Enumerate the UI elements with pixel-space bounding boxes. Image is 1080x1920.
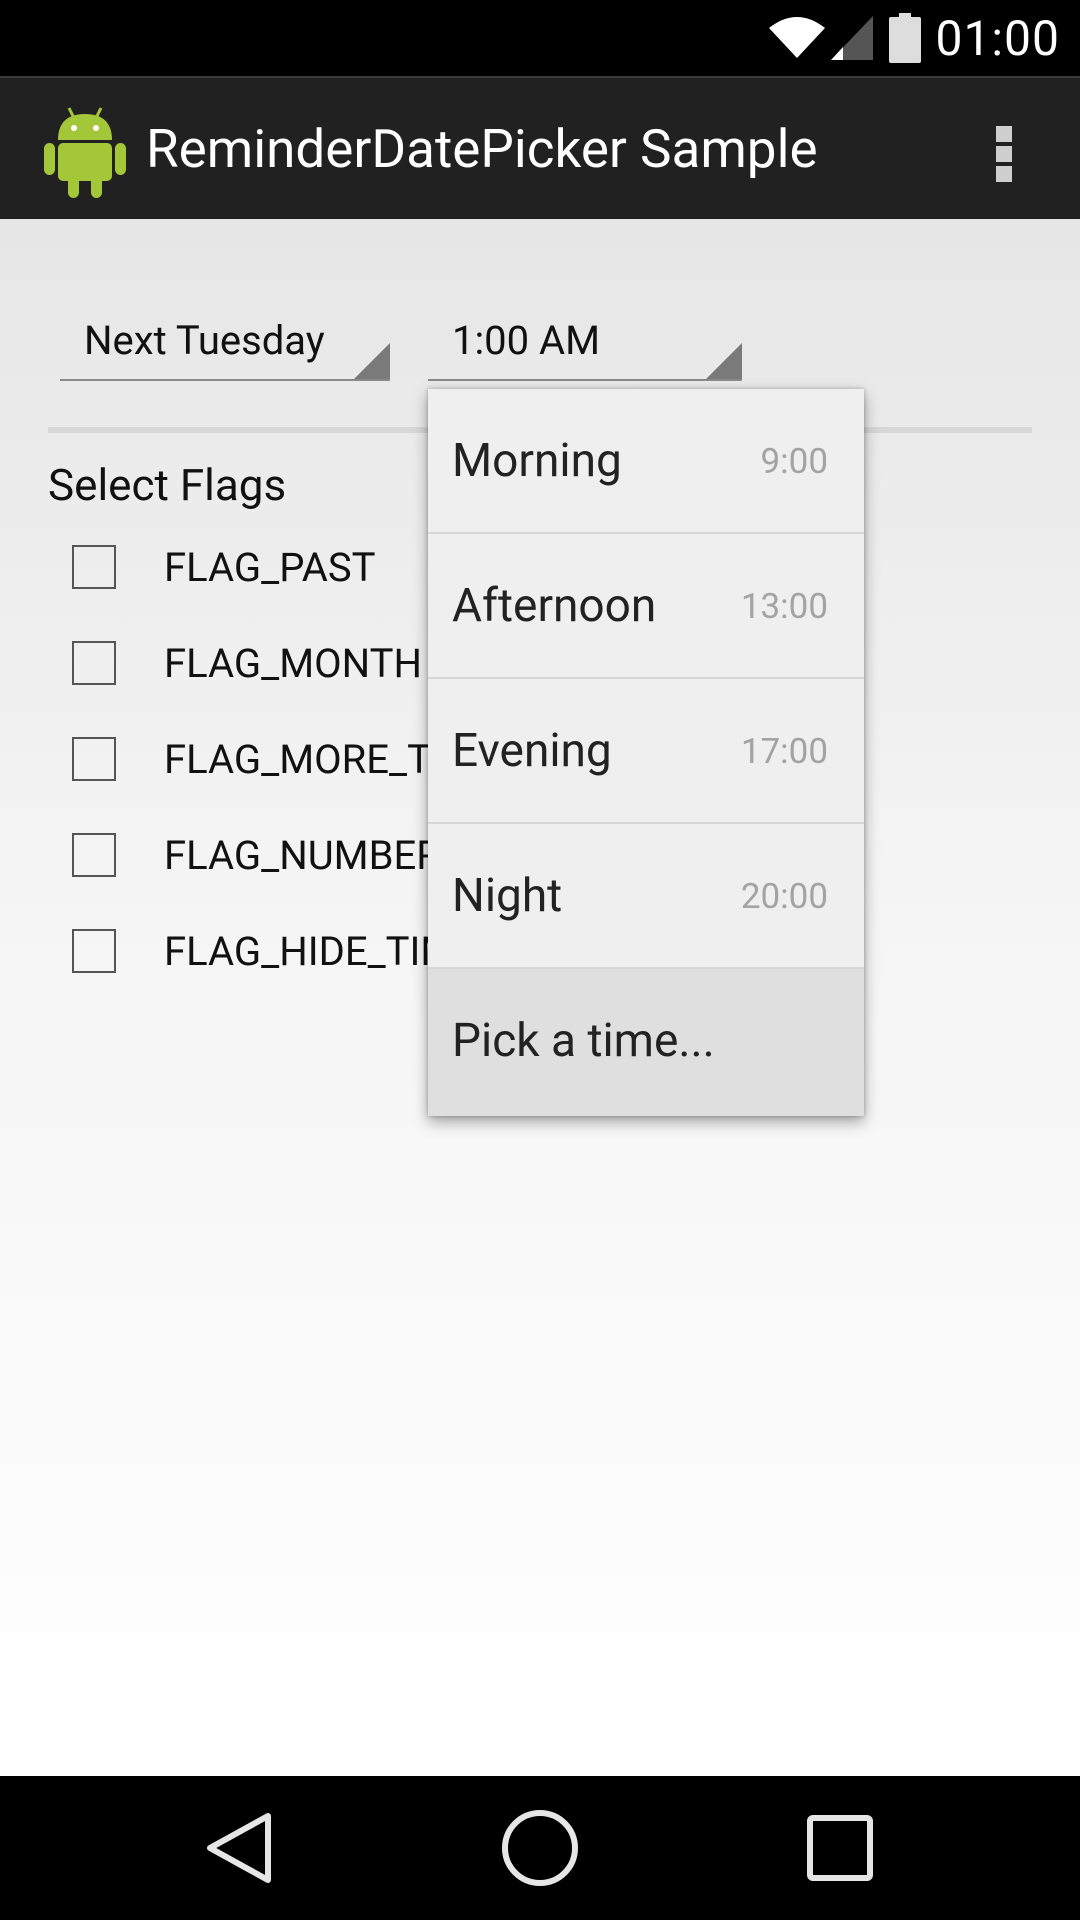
overflow-menu-button[interactable] <box>968 118 1040 190</box>
flag-label: FLAG_MORE_TI <box>164 735 442 783</box>
select-flags-title: Select Flags <box>48 459 287 511</box>
home-icon <box>490 1798 590 1898</box>
date-spinner[interactable]: Next Tuesday <box>60 309 390 381</box>
back-icon <box>188 1798 288 1898</box>
overflow-dot <box>996 146 1012 162</box>
time-spinner-value: 1:00 AM <box>452 317 601 364</box>
spinner-arrow-icon <box>706 343 742 379</box>
app-title: ReminderDatePicker Sample <box>146 118 818 180</box>
dropdown-item-label: Morning <box>452 434 622 488</box>
action-bar: ReminderDatePicker Sample <box>0 76 1080 221</box>
flag-label: FLAG_HIDE_TIM <box>164 927 456 975</box>
android-robot-icon <box>44 100 126 198</box>
status-icons: 01:00 <box>767 8 1060 68</box>
checkbox[interactable] <box>72 641 116 685</box>
spinner-arrow-icon <box>354 343 390 379</box>
dropdown-item-label: Evening <box>452 724 612 778</box>
recents-icon <box>790 1798 890 1898</box>
battery-icon <box>889 13 922 63</box>
dropdown-item-time: 13:00 <box>740 586 828 627</box>
recents-button[interactable] <box>790 1798 890 1898</box>
checkbox[interactable] <box>72 737 116 781</box>
flag-row-hide-time[interactable]: FLAG_HIDE_TIM <box>72 921 455 981</box>
flag-label: FLAG_PAST <box>164 543 376 591</box>
flag-label: FLAG_MONTH <box>164 639 423 687</box>
wifi-icon <box>767 14 827 62</box>
status-bar: 01:00 <box>0 0 1080 76</box>
checkbox[interactable] <box>72 833 116 877</box>
cell-signal-icon <box>829 14 875 62</box>
dropdown-item-time: 17:00 <box>740 731 828 772</box>
dropdown-item-label: Pick a time... <box>452 1014 715 1068</box>
dropdown-item-label: Afternoon <box>452 579 657 633</box>
dropdown-item-pick-time[interactable]: Pick a time... <box>428 969 864 1116</box>
dropdown-item-evening[interactable]: Evening 17:00 <box>428 679 864 824</box>
flag-row-more-time[interactable]: FLAG_MORE_TI <box>72 729 442 789</box>
navigation-bar <box>0 1776 1080 1920</box>
dropdown-item-label: Night <box>452 869 563 923</box>
overflow-menu-icon <box>996 126 1012 142</box>
checkbox[interactable] <box>72 929 116 973</box>
dropdown-item-time: 20:00 <box>740 876 828 917</box>
dropdown-item-night[interactable]: Night 20:00 <box>428 824 864 969</box>
flag-row-numbers[interactable]: FLAG_NUMBER <box>72 825 441 885</box>
dropdown-item-morning[interactable]: Morning 9:00 <box>428 389 864 534</box>
date-spinner-value: Next Tuesday <box>84 317 325 364</box>
flag-label: FLAG_NUMBER <box>164 831 441 879</box>
dropdown-item-afternoon[interactable]: Afternoon 13:00 <box>428 534 864 679</box>
dropdown-item-time: 9:00 <box>760 441 829 482</box>
back-button[interactable] <box>188 1798 288 1898</box>
status-time: 01:00 <box>935 9 1060 67</box>
time-dropdown-popup: Morning 9:00 Afternoon 13:00 Evening 17:… <box>428 389 864 1116</box>
flag-row-past[interactable]: FLAG_PAST <box>72 537 375 597</box>
checkbox[interactable] <box>72 545 116 589</box>
overflow-dot <box>996 166 1012 182</box>
flag-row-month[interactable]: FLAG_MONTH <box>72 633 422 693</box>
time-spinner[interactable]: 1:00 AM <box>428 309 742 381</box>
home-button[interactable] <box>490 1798 590 1898</box>
